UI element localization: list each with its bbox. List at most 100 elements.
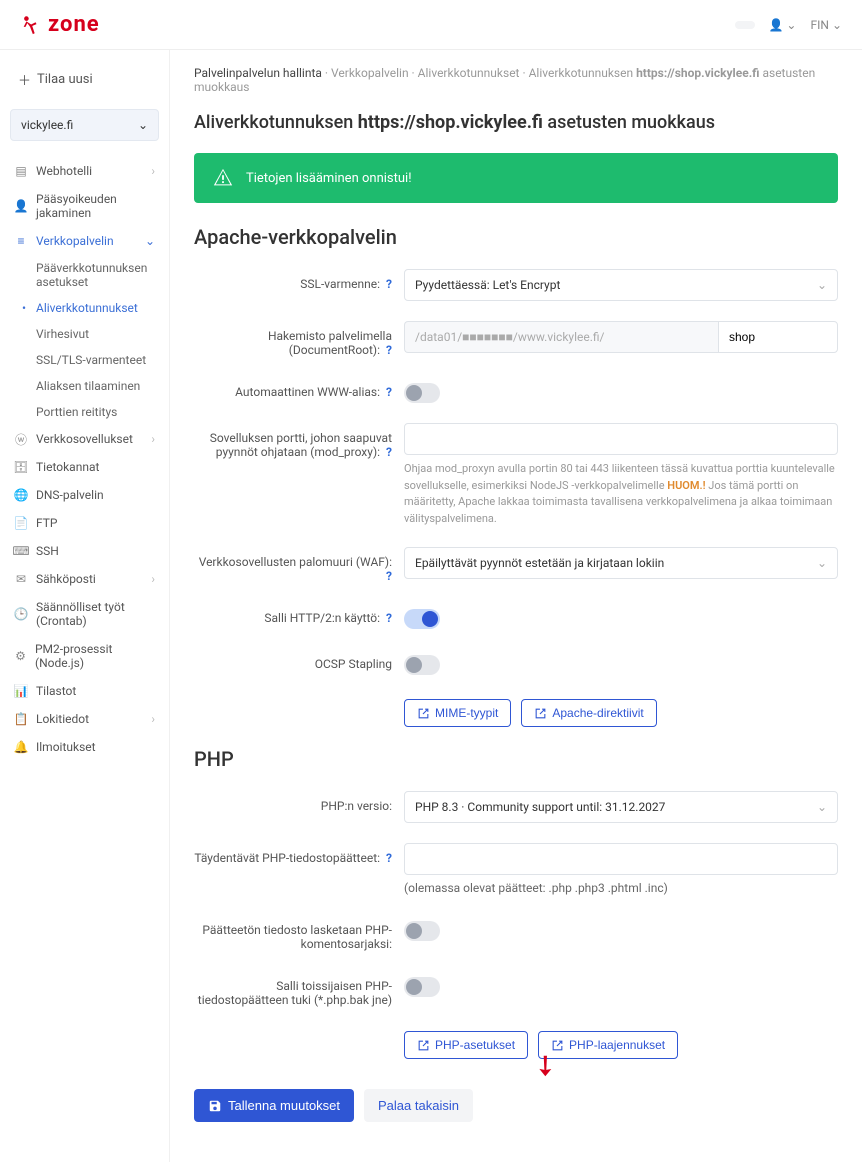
sidebar-item-s-hk-posti[interactable]: ✉Sähköposti — [10, 565, 159, 593]
breadcrumb-tail-pre: Aliverkkotunnuksen — [529, 66, 637, 80]
php-secondary-toggle[interactable] — [404, 977, 440, 997]
breadcrumb-p1[interactable]: Verkkopalvelin — [331, 66, 409, 80]
ocsp-toggle[interactable] — [404, 655, 440, 675]
php-ext-input[interactable] — [404, 843, 838, 875]
www-alias-label: Automaattinen WWW-alias: — [235, 385, 380, 399]
alert-text: Tietojen lisääminen onnistui! — [246, 171, 412, 186]
sidebar-item-p-syoikeuden-jakaminen[interactable]: 👤 Pääsyoikeuden jakaminen — [10, 185, 159, 227]
back-button[interactable]: Palaa takaisin — [364, 1089, 473, 1122]
sidebar-subitem[interactable]: Aliaksen tilaaminen — [32, 373, 159, 399]
sidebar-item-ilmoitukset[interactable]: 🔔 Ilmoitukset — [10, 733, 159, 761]
logo[interactable]: zone — [20, 12, 100, 37]
php-heading: PHP — [194, 747, 838, 771]
warning-triangle-icon — [212, 167, 234, 189]
sidebar-item-label: FTP — [36, 516, 57, 530]
logo-icon — [20, 14, 42, 36]
http2-toggle[interactable] — [404, 609, 440, 629]
sidebar-item-label: Verkkopalvelin — [36, 234, 114, 248]
sidebar-item-label: Säännölliset työt (Crontab) — [36, 600, 155, 628]
sidebar-item-label: Ilmoitukset — [36, 740, 96, 754]
breadcrumb: Palvelinpalvelun hallinta · Verkkopalvel… — [194, 66, 838, 94]
lang-selector[interactable]: FIN ⌄ — [811, 18, 843, 32]
app-port-input[interactable] — [404, 423, 838, 455]
chevron-down-icon: ⌄ — [138, 118, 148, 132]
server-icon: ▤ — [14, 164, 28, 178]
sidebar-item-dns-palvelin[interactable]: 🌐 DNS-palvelin — [10, 481, 159, 509]
sidebar-item-ftp[interactable]: 📄FTP — [10, 509, 159, 537]
order-new-button[interactable]: ＋ Tilaa uusi — [10, 62, 159, 97]
help-icon[interactable]: ? — [386, 611, 392, 625]
sidebar-subitem[interactable]: Pääverkkotunnuksen asetukset — [32, 255, 159, 295]
sidebar-subitem[interactable]: Virhesivut — [32, 321, 159, 347]
breadcrumb-root[interactable]: Palvelinpalvelun hallinta — [194, 66, 322, 80]
success-alert: Tietojen lisääminen onnistui! — [194, 153, 838, 203]
log-icon: 📋 — [14, 712, 28, 726]
mail-icon: ✉ — [14, 572, 28, 586]
php-ext-note: (olemassa olevat päätteet: .php .php3 .p… — [404, 881, 838, 895]
logo-text: zone — [48, 12, 100, 37]
save-button[interactable]: Tallenna muutokset — [194, 1089, 354, 1122]
mime-types-button[interactable]: MIME-tyypit — [404, 699, 511, 727]
user-name[interactable] — [735, 21, 755, 29]
waf-label: Verkkosovellusten palomuuri (WAF): — [199, 555, 392, 569]
sidebar-item-lokitiedot[interactable]: 📋 Lokitiedot — [10, 705, 159, 733]
dns-icon: 🌐 — [14, 488, 28, 502]
php-version-label: PHP:n versio: — [321, 799, 392, 813]
db-icon: 🗄 — [14, 460, 28, 474]
sidebar-item-label: Pääsyoikeuden jakaminen — [36, 192, 155, 220]
sidebar-subitem[interactable]: Porttien reititys — [32, 399, 159, 425]
sidebar-subitem[interactable]: Aliverkkotunnukset — [32, 295, 159, 321]
sidebar-item-ssh[interactable]: ⌨ SSH — [10, 537, 159, 565]
php-settings-button[interactable]: PHP-asetukset — [404, 1031, 528, 1059]
app-port-label: Sovelluksen portti, johon saapuvat pyynn… — [210, 431, 392, 459]
sidebar-item-label: Tietokannat — [36, 460, 99, 474]
domain-selector[interactable]: vickylee.fi ⌄ — [10, 109, 159, 141]
sidebar-item-s-nn-lliset-ty-t-crontab-[interactable]: 🕒Säännölliset työt (Crontab) — [10, 593, 159, 635]
breadcrumb-tail-strong: https://shop.vickylee.fi — [636, 66, 759, 80]
apache-directives-button[interactable]: Apache-direktiivit — [521, 699, 656, 727]
help-icon[interactable]: ? — [386, 343, 392, 357]
sidebar-item-label: Tilastot — [36, 684, 76, 698]
help-icon[interactable]: ? — [386, 277, 392, 291]
main-content: Palvelinpalvelun hallinta · Verkkopalvel… — [170, 50, 862, 1162]
sidebar-item-verkkopalvelin[interactable]: ≡Verkkopalvelin — [10, 227, 159, 255]
help-icon[interactable]: ? — [386, 569, 392, 583]
php-ext-label: Täydentävät PHP-tiedostopäätteet: — [194, 851, 380, 865]
php-noext-toggle[interactable] — [404, 921, 440, 941]
plus-icon: ＋ — [18, 70, 31, 89]
terminal-icon: ⌨ — [14, 544, 28, 558]
apache-heading: Apache-verkkopalvelin — [194, 225, 838, 249]
top-header: zone 👤 ⌄ FIN ⌄ — [0, 0, 862, 50]
user-dropdown-icon[interactable]: 👤 ⌄ — [769, 18, 797, 32]
footer-actions: ➘ Tallenna muutokset Palaa takaisin — [194, 1089, 838, 1122]
waf-select[interactable]: Epäilyttävät pyynnöt estetään ja kirjata… — [404, 547, 838, 579]
php-version-select[interactable]: PHP 8.3 · Community support until: 31.12… — [404, 791, 838, 823]
stats-icon: 📊 — [14, 684, 28, 698]
sidebar-item-pm-prosessit-node-js-[interactable]: ⚙ PM2-prosessit (Node.js) — [10, 635, 159, 677]
app-port-hint: Ohjaa mod_proxyn avulla portin 80 tai 44… — [404, 461, 838, 527]
sidebar-item-verkkosovellukset[interactable]: ⓦVerkkosovellukset — [10, 425, 159, 453]
sidebar: ＋ Tilaa uusi vickylee.fi ⌄ ▤ Webhotelli 👤 P… — [0, 50, 170, 1162]
docroot-input[interactable] — [718, 321, 838, 353]
help-icon[interactable]: ? — [386, 851, 392, 865]
page-title: Aliverkkotunnuksen https://shop.vickylee… — [194, 112, 838, 133]
process-icon: ⚙ — [14, 649, 27, 663]
ssl-select[interactable]: Pyydettäessä: Let's Encrypt — [404, 269, 838, 301]
sidebar-subitem[interactable]: SSL/TLS-varmenteet — [32, 347, 159, 373]
www-alias-toggle[interactable] — [404, 383, 440, 403]
bell-icon: 🔔 — [14, 740, 28, 754]
help-icon[interactable]: ? — [386, 385, 392, 399]
sidebar-item-label: Lokitiedot — [36, 712, 89, 726]
sidebar-item-tietokannat[interactable]: 🗄 Tietokannat — [10, 453, 159, 481]
sidebar-item-tilastot[interactable]: 📊 Tilastot — [10, 677, 159, 705]
sidebar-item-label: SSH — [36, 544, 59, 558]
sidebar-item-webhotelli[interactable]: ▤ Webhotelli — [10, 157, 159, 185]
save-icon — [208, 1099, 222, 1113]
sidebar-item-label: PM2-prosessit (Node.js) — [35, 642, 155, 670]
help-icon[interactable]: ? — [386, 445, 392, 459]
sidebar-item-label: Webhotelli — [36, 164, 92, 178]
sidebar-item-label: DNS-palvelin — [36, 488, 104, 502]
user-icon: 👤 — [14, 199, 28, 213]
breadcrumb-p2[interactable]: Aliverkkotunnukset — [418, 66, 520, 80]
header-right: 👤 ⌄ FIN ⌄ — [735, 18, 842, 32]
